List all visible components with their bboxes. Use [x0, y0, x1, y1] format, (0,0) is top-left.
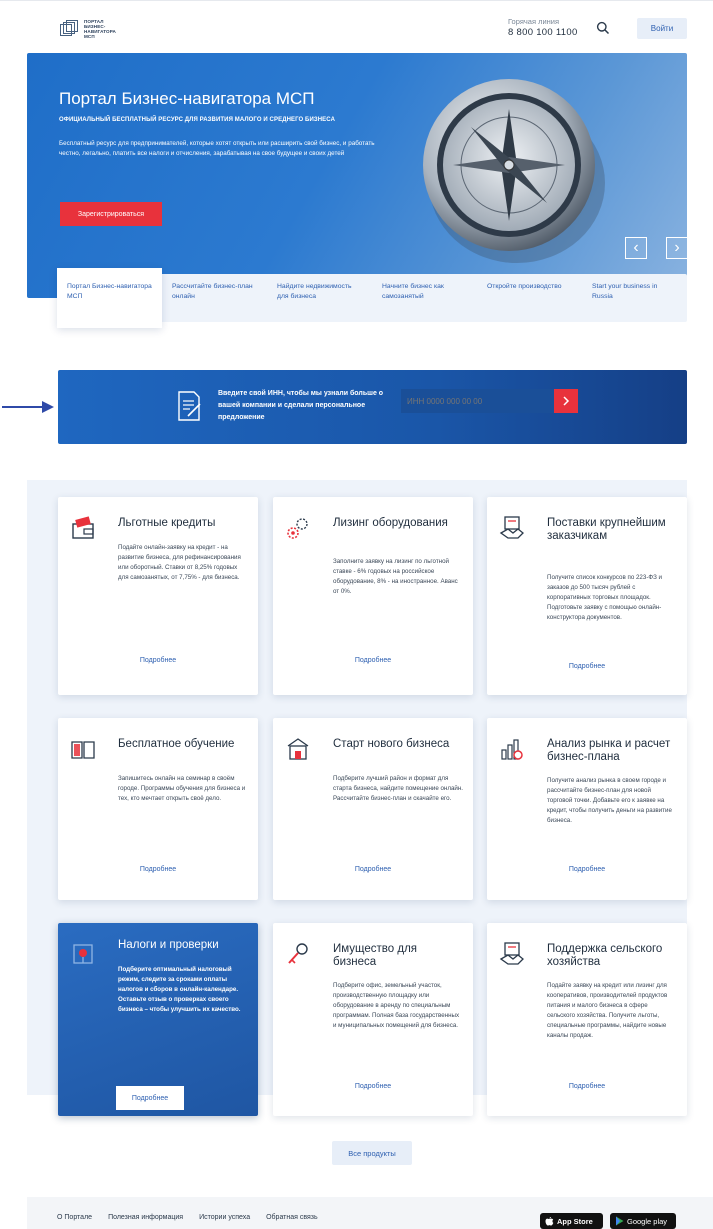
- hero-subtitle: ОФИЦИАЛЬНЫЙ БЕСПЛАТНЫЙ РЕСУРС ДЛЯ РАЗВИТ…: [59, 117, 335, 123]
- gears-icon: [287, 518, 308, 539]
- google-play-icon: [616, 1216, 624, 1226]
- footer-links: О Портале Полезная информация Истории ус…: [57, 1214, 318, 1221]
- hotline: Горячая линия 8 800 100 1100: [508, 17, 578, 38]
- footer-link-success-stories[interactable]: Истории успеха: [199, 1214, 250, 1221]
- header: ПОРТАЛ БИЗНЕС- НАВИГАТОРА МСП Горячая ли…: [0, 0, 713, 52]
- card-property[interactable]: Имущество для бизнеса Подберите офис, зе…: [273, 923, 473, 1116]
- card-title: Анализ рынка и расчет бизнес-плана: [547, 738, 671, 763]
- more-link[interactable]: Подробнее: [487, 663, 687, 670]
- more-link[interactable]: Подробнее: [273, 1083, 473, 1090]
- footer: О Портале Полезная информация Истории ус…: [27, 1197, 713, 1229]
- card-title: Бесплатное обучение: [118, 738, 235, 750]
- chevron-right-icon: ›: [674, 239, 680, 256]
- more-link[interactable]: Подробнее: [58, 657, 258, 664]
- card-credits[interactable]: Льготные кредиты Подайте онлайн-заявку н…: [58, 497, 258, 695]
- hotline-label: Горячая линия: [508, 17, 560, 26]
- search-icon[interactable]: [596, 21, 610, 35]
- card-supplies[interactable]: Поставки крупнейшим заказчикам Получите …: [487, 497, 687, 695]
- card-market-analysis[interactable]: Анализ рынка и расчет бизнес-плана Получ…: [487, 718, 687, 900]
- chevron-right-icon: [563, 396, 570, 406]
- app-store-badge[interactable]: App Store: [540, 1213, 603, 1229]
- carousel-next-button[interactable]: ›: [666, 237, 687, 259]
- credit-card-icon: [72, 516, 94, 539]
- footer-link-useful-info[interactable]: Полезная информация: [108, 1214, 183, 1221]
- inn-submit-button[interactable]: [554, 389, 578, 413]
- card-start-business[interactable]: Старт нового бизнеса Подберите лучший ра…: [273, 718, 473, 900]
- analytics-icon: [501, 739, 523, 760]
- card-title: Налоги и проверки: [118, 939, 219, 951]
- card-title: Льготные кредиты: [118, 517, 216, 529]
- inn-banner: Введите свой ИНН, чтобы мы узнали больше…: [58, 370, 687, 444]
- card-text: Запишитесь онлайн на семинар в своём гор…: [118, 775, 246, 802]
- tab-portal[interactable]: Портал Бизнес-навигатора МСП: [57, 268, 162, 328]
- footer-link-about[interactable]: О Портале: [57, 1214, 92, 1221]
- all-products-button[interactable]: Все продукты: [332, 1141, 412, 1165]
- google-play-badge[interactable]: Google play: [610, 1213, 676, 1229]
- carousel-prev-button[interactable]: ‹: [625, 237, 647, 259]
- more-link[interactable]: Подробнее: [273, 657, 473, 664]
- document-edit-icon: [178, 391, 201, 421]
- card-text: Подберите офис, земельный участок, произ…: [333, 982, 460, 1029]
- hero-description: Бесплатный ресурс для предпринимателей, …: [59, 140, 375, 157]
- tab-real-estate[interactable]: Найдите недвижимость для бизнеса: [267, 274, 372, 322]
- chevron-left-icon: ‹: [633, 239, 639, 256]
- more-link[interactable]: Подробнее: [58, 866, 258, 873]
- hero-tabs: Портал Бизнес-навигатора МСП Рассчитайте…: [57, 268, 687, 328]
- card-text: Подайте онлайн-заявку на кредит - на раз…: [118, 544, 241, 581]
- card-text: Подайте заявку на кредит или лизинг для …: [547, 982, 668, 1039]
- book-icon: [71, 741, 95, 759]
- login-button[interactable]: Войти: [637, 18, 687, 39]
- logo-mark-icon: [60, 20, 78, 38]
- card-text: Получите список конкурсов по 223-ФЗ и за…: [547, 574, 662, 621]
- annotation-arrow-icon: [2, 401, 54, 413]
- apple-icon: [545, 1217, 554, 1226]
- card-text: Получите анализ рынка в своем городе и р…: [547, 777, 672, 824]
- card-title: Старт нового бизнеса: [333, 738, 450, 750]
- card-agriculture[interactable]: Поддержка сельского хозяйства Подайте за…: [487, 923, 687, 1116]
- register-button[interactable]: Зарегистрироваться: [60, 202, 162, 226]
- more-link[interactable]: Подробнее: [273, 866, 473, 873]
- hero-banner: Портал Бизнес-навигатора МСП ОФИЦИАЛЬНЫЙ…: [27, 53, 687, 298]
- tab-production[interactable]: Откройте производство: [477, 274, 582, 322]
- google-play-label: Google play: [627, 1216, 668, 1226]
- hero-title: Портал Бизнес-навигатора МСП: [59, 89, 315, 108]
- inn-prompt-text: Введите свой ИНН, чтобы мы узнали больше…: [218, 390, 384, 421]
- tax-icon: [73, 944, 93, 964]
- more-button[interactable]: Подробнее: [116, 1086, 184, 1110]
- footer-link-feedback[interactable]: Обратная связь: [266, 1214, 318, 1221]
- card-taxes[interactable]: Налоги и проверки Подберите оптимальный …: [58, 923, 258, 1116]
- handshake-icon: [499, 942, 524, 965]
- card-title: Имущество для бизнеса: [333, 943, 418, 968]
- tab-start-business-russia[interactable]: Start your business in Russia: [582, 274, 687, 322]
- card-education[interactable]: Бесплатное обучение Запишитесь онлайн на…: [58, 718, 258, 900]
- card-text: Подберите оптимальный налоговый режим, с…: [118, 966, 241, 1013]
- card-title: Поставки крупнейшим заказчикам: [547, 517, 666, 542]
- more-link[interactable]: Подробнее: [487, 1083, 687, 1090]
- app-store-label: App Store: [557, 1216, 593, 1226]
- key-icon: [288, 943, 308, 964]
- card-text: Подберите лучший район и формат для стар…: [333, 775, 463, 802]
- card-title: Поддержка сельского хозяйства: [547, 943, 663, 968]
- card-title: Лизинг оборудования: [333, 517, 448, 529]
- inn-input[interactable]: [401, 389, 554, 413]
- tab-business-plan[interactable]: Рассчитайте бизнес-план онлайн: [162, 274, 267, 322]
- more-link[interactable]: Подробнее: [487, 866, 687, 873]
- compass-image: [423, 79, 605, 263]
- portal-logo[interactable]: ПОРТАЛ БИЗНЕС- НАВИГАТОРА МСП: [60, 15, 150, 43]
- hotline-number[interactable]: 8 800 100 1100: [508, 27, 578, 38]
- card-leasing[interactable]: Лизинг оборудования Заполните заявку на …: [273, 497, 473, 695]
- card-text: Заполните заявку на лизинг по льготной с…: [333, 558, 458, 595]
- handshake-icon: [499, 516, 524, 539]
- shop-icon: [287, 738, 309, 760]
- logo-text: ПОРТАЛ БИЗНЕС- НАВИГАТОРА МСП: [84, 19, 116, 39]
- tab-self-employed[interactable]: Начните бизнес как самозанятый: [372, 274, 477, 322]
